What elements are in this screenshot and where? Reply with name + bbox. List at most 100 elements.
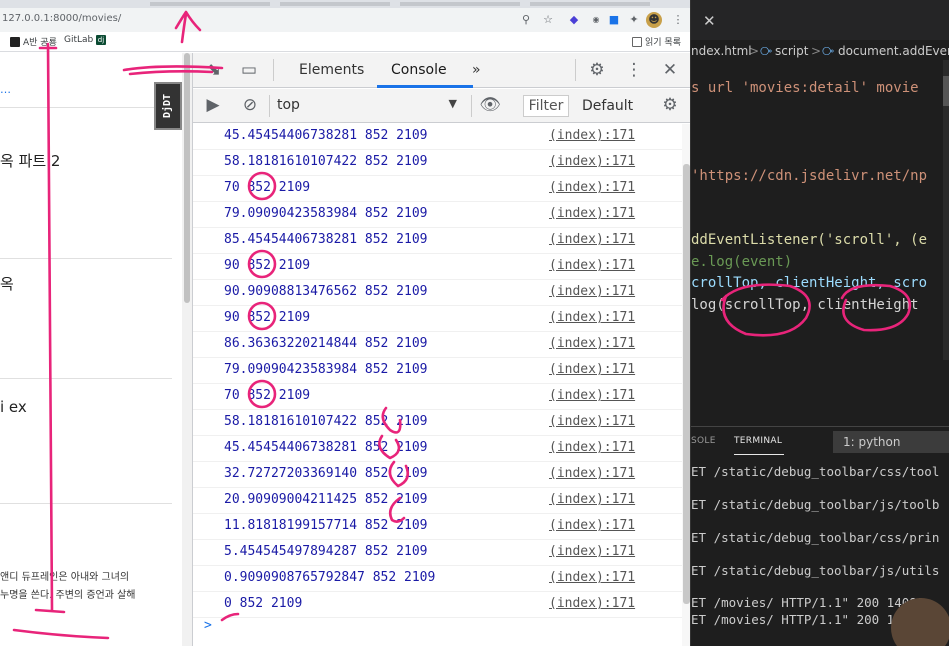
address-bar[interactable]: 127.0.0.1:8000/movies/ ⚲ ☆ ◆ ◉ ■ ✦ ☻ ⋮: [0, 8, 690, 32]
console-log-row: 85.45454406738281 852 2109 (index):171: [193, 228, 683, 254]
log-source-link[interactable]: (index):171: [549, 570, 635, 585]
log-source-link[interactable]: (index):171: [549, 258, 635, 273]
log-source-link[interactable]: (index):171: [549, 232, 635, 247]
panel-tabbar: SOLE TERMINAL 1: python: [691, 427, 949, 457]
tab-elements[interactable]: Elements: [299, 62, 364, 78]
extension-icon[interactable]: ◉: [588, 12, 604, 28]
gear-icon[interactable]: ⚙: [586, 59, 608, 81]
filter-input[interactable]: Filter: [523, 95, 569, 117]
log-message: 45.45454406738281 852 2109: [224, 440, 428, 455]
device-toolbar-icon[interactable]: ▭: [238, 59, 260, 81]
extension-icon[interactable]: ◆: [566, 12, 582, 28]
log-source-link[interactable]: (index):171: [549, 336, 635, 351]
console-log-row: 90.90908813476562 852 2109 (index):171: [193, 280, 683, 306]
movie-title[interactable]: 옥 파트 2: [0, 150, 60, 171]
menu-dots-icon[interactable]: ⋮: [623, 59, 645, 81]
dropdown-arrow-icon: ▼: [448, 97, 457, 110]
console-settings-gear-icon[interactable]: ⚙: [659, 94, 681, 116]
log-message: 0 852 2109: [224, 596, 303, 611]
console-log-row: 58.18181610107422 852 2109 (index):171: [193, 410, 683, 436]
code-line[interactable]: crollTop, clientHeight, scro: [691, 275, 927, 291]
bookmark-item[interactable]: A반 공룡: [10, 35, 57, 48]
console-log-row: 0.9090908765792847 852 2109 (index):171: [193, 566, 683, 592]
log-source-link[interactable]: (index):171: [549, 440, 635, 455]
browser-tab[interactable]: [150, 2, 270, 6]
bookmark-item[interactable]: dj: [96, 35, 109, 45]
avatar-icon[interactable]: ☻: [646, 12, 662, 28]
clear-console-icon[interactable]: ⊘: [239, 94, 261, 116]
log-source-link[interactable]: (index):171: [549, 466, 635, 481]
breadcrumb-separator: >: [749, 44, 760, 58]
movie-title[interactable]: 옥: [0, 273, 14, 294]
browser-tab[interactable]: [530, 2, 650, 6]
bookmark-item[interactable]: GitLab: [64, 35, 93, 45]
page-content: … 옥 파트 2 옥 i ex 앤디 듀프레인은 아내와 그녀의 누명을 쓴다.…: [0, 53, 182, 646]
more-tabs-button[interactable]: »: [472, 62, 481, 78]
log-source-link[interactable]: (index):171: [549, 310, 635, 325]
divider: [0, 503, 172, 504]
log-source-link[interactable]: (index):171: [549, 362, 635, 377]
page-link[interactable]: …: [0, 83, 11, 96]
log-message: 90 852 2109: [224, 258, 311, 273]
extension-icon[interactable]: ■: [606, 12, 622, 28]
terminal-selector[interactable]: 1: python: [833, 431, 949, 453]
tab-terminal[interactable]: TERMINAL: [734, 436, 782, 446]
breadcrumb-item[interactable]: script: [775, 44, 808, 58]
log-source-link[interactable]: (index):171: [549, 284, 635, 299]
console-prompt[interactable]: >: [204, 618, 212, 633]
log-source-link[interactable]: (index):171: [549, 492, 635, 507]
divider: [0, 378, 172, 379]
scrollbar-thumb[interactable]: [943, 76, 949, 106]
console-log-row: 70 852 2109 (index):171: [193, 384, 683, 410]
puzzle-icon[interactable]: ✦: [626, 12, 642, 28]
log-source-link[interactable]: (index):171: [549, 206, 635, 221]
cube-icon: ⧂: [822, 44, 835, 58]
editor-scrollbar[interactable]: [943, 60, 949, 360]
breadcrumb-item[interactable]: document.addEvent: [838, 44, 949, 58]
code-line[interactable]: s url 'movies:detail' movie: [691, 80, 919, 96]
sidebar-toggle-icon[interactable]: ▶: [202, 94, 224, 116]
tab-console[interactable]: SOLE: [691, 436, 716, 446]
scrollbar-thumb[interactable]: [184, 53, 190, 303]
browser-tab[interactable]: [400, 2, 520, 6]
code-line[interactable]: 'https://cdn.jsdelivr.net/np: [691, 168, 927, 184]
log-source-link[interactable]: (index):171: [549, 128, 635, 143]
tab-console[interactable]: Console: [391, 62, 447, 78]
django-debug-toolbar-handle[interactable]: DjDT: [154, 82, 182, 130]
movie-description-line: 앤디 듀프레인은 아내와 그녀의: [0, 572, 130, 583]
star-icon[interactable]: ☆: [540, 12, 556, 28]
console-log-row: 45.45454406738281 852 2109 (index):171: [193, 124, 683, 150]
close-icon[interactable]: ✕: [659, 59, 681, 81]
code-line[interactable]: e.log(event): [691, 254, 792, 270]
console-log-row: 90 852 2109 (index):171: [193, 306, 683, 332]
code-line[interactable]: log(scrollTop, clientHeight: [691, 297, 919, 313]
log-message: 5.454545497894287 852 2109: [224, 544, 428, 559]
log-source-link[interactable]: (index):171: [549, 544, 635, 559]
log-message: 90 852 2109: [224, 310, 311, 325]
log-source-link[interactable]: (index):171: [549, 414, 635, 429]
reading-list[interactable]: 읽기 목록: [632, 35, 681, 48]
log-source-link[interactable]: (index):171: [549, 388, 635, 403]
log-source-link[interactable]: (index):171: [549, 154, 635, 169]
bookmarks-bar: A반 공룡 GitLab dj 읽기 목록: [0, 32, 690, 52]
screen: 127.0.0.1:8000/movies/ ⚲ ☆ ◆ ◉ ■ ✦ ☻ ⋮ A…: [0, 0, 949, 646]
movie-title[interactable]: i ex: [0, 398, 27, 416]
page-scrollbar[interactable]: [182, 53, 192, 646]
inspect-icon[interactable]: ⬊: [203, 59, 225, 81]
menu-dots-icon[interactable]: ⋮: [670, 12, 686, 28]
zoom-icon[interactable]: ⚲: [518, 12, 534, 28]
context-selector[interactable]: top ▼: [277, 97, 465, 115]
url-text[interactable]: 127.0.0.1:8000/movies/: [2, 13, 121, 24]
eye-icon[interactable]: 👁: [479, 94, 501, 116]
breadcrumb-item[interactable]: ndex.html: [691, 44, 752, 58]
log-source-link[interactable]: (index):171: [549, 518, 635, 533]
log-levels-dropdown[interactable]: Default: [582, 98, 633, 114]
console-log-row: 20.90909004211425 852 2109 (index):171: [193, 488, 683, 514]
log-source-link[interactable]: (index):171: [549, 180, 635, 195]
log-source-link[interactable]: (index):171: [549, 596, 635, 611]
close-icon[interactable]: ✕: [703, 12, 716, 30]
scrollbar-thumb[interactable]: [683, 164, 690, 604]
code-line[interactable]: ddEventListener('scroll', (e: [691, 232, 927, 248]
terminal-line: ET /movies/ HTTP/1.1" 200 14088: [691, 595, 925, 610]
browser-tab[interactable]: [280, 2, 390, 6]
